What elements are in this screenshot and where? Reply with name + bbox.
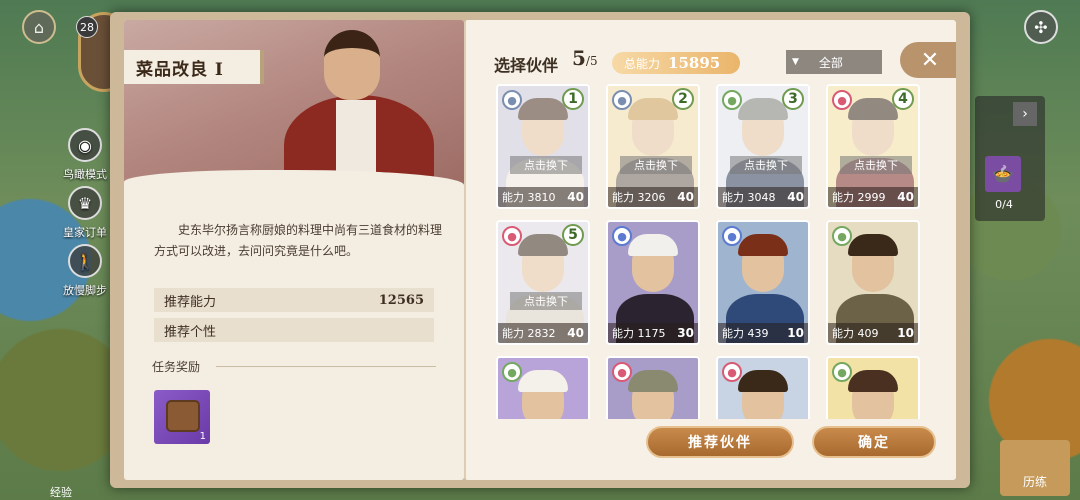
reward-item[interactable]: 1 (154, 390, 210, 444)
partner-select-title: 选择伙伴 (494, 56, 559, 75)
close-button[interactable]: ✕ (900, 42, 956, 78)
trait-icon: ● (832, 90, 852, 110)
quest-title: 菜品改良 I (124, 50, 264, 84)
partner-grid: ● 1 点击换下 能力 3810 40 ● 2 点击换下 能力 3206 40 ● 3 点击换下 能力 3… (496, 84, 946, 419)
house-icon: ⌂ (33, 17, 45, 37)
partner-card[interactable]: ● 4 点击换下能力 2999 40 (826, 84, 920, 209)
slot-number: 1 (562, 88, 584, 110)
filter-dropdown[interactable]: ▼ 全部 (786, 50, 882, 74)
partner-power: 能力 3048 (722, 191, 776, 204)
swap-out-button[interactable]: 点击换下 (620, 156, 692, 174)
swap-out-button[interactable]: 点击换下 (510, 156, 582, 174)
partner-card[interactable]: ● (606, 356, 700, 419)
partner-select-page: 选择伙伴 5/5 总能力 15895 ▼ 全部 ✕ ● 1 点击换下 能力 3810 4… (464, 20, 956, 480)
dish-count: 0/4 (995, 198, 1013, 211)
quest-npc-portrait (124, 20, 464, 200)
partner-power: 能力 1175 (612, 327, 666, 340)
player-level-badge: 28 (76, 16, 98, 38)
dish-icon[interactable]: 🍲 (985, 156, 1021, 192)
royal-order-button[interactable]: ♛ 皇家订单 (55, 186, 115, 240)
wallet-icon (166, 400, 200, 432)
crown-icon: ♛ (68, 186, 102, 220)
eye-icon: ◉ (68, 128, 102, 162)
partner-card[interactable]: ● 1 点击换下能力 3810 40 (496, 84, 590, 209)
partner-power: 能力 3206 (612, 191, 666, 204)
selected-count: 5/5 (572, 46, 598, 70)
quest-detail-page: 菜品改良 I 史东毕尔扬言称厨娘的料理中尚有三道食材的料理方式可以改进，去问问究… (124, 20, 464, 480)
partner-power-bar: 能力 3048 40 (718, 187, 808, 207)
partner-card[interactable]: ● (496, 356, 590, 419)
slot-number: 3 (782, 88, 804, 110)
partner-power-bar: 能力 2832 40 (498, 323, 588, 343)
partner-level: 40 (677, 190, 694, 204)
trait-icon: ● (832, 226, 852, 246)
partner-level: 40 (787, 190, 804, 204)
bird-view-button[interactable]: ◉ 鸟瞰模式 (55, 128, 115, 182)
partner-card[interactable]: ● 能力 409 10 (826, 220, 920, 345)
slot-number: 5 (562, 224, 584, 246)
partner-card[interactable]: ● 3 点击换下能力 3048 40 (716, 84, 810, 209)
total-power: 总能力 15895 (612, 52, 740, 74)
partner-power-bar: 能力 3810 40 (498, 187, 588, 207)
partner-level: 40 (567, 326, 584, 340)
partner-power: 能力 409 (832, 327, 879, 340)
compass-icon: ✣ (1034, 17, 1048, 37)
partner-level: 10 (897, 326, 914, 340)
confirm-button[interactable]: 确定 (812, 426, 936, 458)
swap-out-button[interactable]: 点击换下 (510, 292, 582, 310)
quest-description: 史东毕尔扬言称厨娘的料理中尚有三道食材的料理方式可以改进，去问问究竟是什么吧。 (154, 223, 443, 258)
partner-level: 40 (567, 190, 584, 204)
partner-power-bar: 能力 3206 40 (608, 187, 698, 207)
slow-down-button[interactable]: 🚶 放慢脚步 (55, 244, 115, 298)
training-button[interactable]: 历练 (1000, 440, 1070, 496)
recommended-trait-row: 推荐个性 (154, 318, 434, 342)
partner-power: 能力 439 (722, 327, 769, 340)
swap-out-button[interactable]: 点击换下 (730, 156, 802, 174)
close-icon: ✕ (920, 47, 940, 73)
reward-title: 任务奖励 (152, 360, 201, 374)
trait-icon: ● (722, 362, 742, 382)
side-panel: › 🍲 0/4 (975, 96, 1045, 221)
partner-card[interactable]: ● 5 点击换下能力 2832 40 (496, 220, 590, 345)
partner-card[interactable]: ● (826, 356, 920, 419)
partner-power: 能力 3810 (502, 191, 556, 204)
partner-card[interactable]: ● (716, 356, 810, 419)
partner-card[interactable]: ● 2 点击换下能力 3206 40 (606, 84, 700, 209)
partner-power-bar: 能力 1175 30 (608, 323, 698, 343)
recommended-power-row: 推荐能力 12565 (154, 288, 434, 312)
partner-power-bar: 能力 409 10 (828, 323, 918, 343)
partner-level: 40 (897, 190, 914, 204)
walking-icon: 🚶 (68, 244, 102, 278)
trait-icon: ● (502, 362, 522, 382)
partner-card[interactable]: ● 能力 1175 30 (606, 220, 700, 345)
partner-power: 能力 2999 (832, 191, 886, 204)
trait-icon: ● (722, 90, 742, 110)
partner-level: 30 (677, 326, 694, 340)
chevron-down-icon: ▼ (792, 57, 799, 67)
settings-button[interactable]: ✣ (1024, 10, 1058, 44)
trait-icon: ● (612, 226, 632, 246)
exp-label: 经验 (50, 486, 72, 499)
recommended-power-value: 12565 (378, 292, 424, 308)
trait-icon: ● (502, 90, 522, 110)
trait-icon: ● (502, 226, 522, 246)
left-hud: ⌂ 28 ◉ 鸟瞰模式 ♛ 皇家订单 🚶 放慢脚步 经验 (0, 0, 130, 500)
trait-icon: ● (722, 226, 742, 246)
partner-level: 10 (787, 326, 804, 340)
slot-number: 2 (672, 88, 694, 110)
quest-book-modal: 菜品改良 I 史东毕尔扬言称厨娘的料理中尚有三道食材的料理方式可以改进，去问问究… (110, 12, 970, 488)
divider (216, 366, 436, 367)
partner-power: 能力 2832 (502, 327, 556, 340)
swap-out-button[interactable]: 点击换下 (840, 156, 912, 174)
trait-icon: ● (832, 362, 852, 382)
partner-power-bar: 能力 439 10 (718, 323, 808, 343)
trait-icon: ● (612, 362, 632, 382)
expand-arrow-icon[interactable]: › (1013, 102, 1037, 126)
partner-card[interactable]: ● 能力 439 10 (716, 220, 810, 345)
trait-icon: ● (612, 90, 632, 110)
slot-number: 4 (892, 88, 914, 110)
partner-power-bar: 能力 2999 40 (828, 187, 918, 207)
recommend-partners-button[interactable]: 推荐伙伴 (646, 426, 794, 458)
home-button[interactable]: ⌂ (22, 10, 56, 44)
